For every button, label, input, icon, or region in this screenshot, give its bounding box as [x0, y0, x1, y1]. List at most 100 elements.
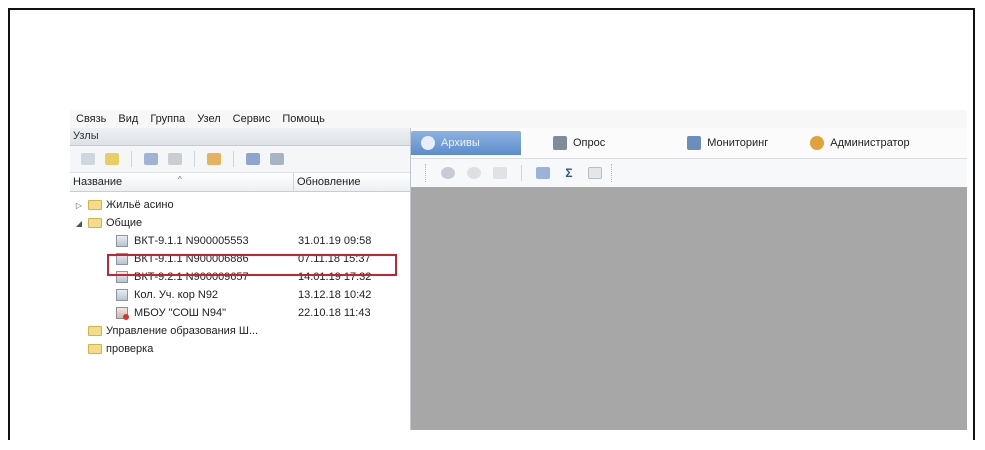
tab-label: Опрос	[573, 137, 606, 149]
menu-connection[interactable]: Связь	[70, 113, 112, 125]
poll-icon	[553, 136, 567, 150]
tree-row-label: Кол. Уч. кор N92	[134, 289, 219, 301]
screenshot-frame: Связь Вид Группа Узел Сервис Помощь Узлы	[8, 8, 975, 440]
tab-label: Архивы	[441, 137, 480, 149]
report-icon	[588, 167, 602, 179]
tree-row-name: ◢ Общие	[74, 217, 298, 229]
menu-node[interactable]: Узел	[191, 113, 226, 125]
column-name-header[interactable]: Название ^	[70, 173, 294, 191]
export-button[interactable]	[267, 150, 287, 168]
nodes-toolbar	[70, 146, 410, 173]
toolbar-grip	[611, 164, 614, 182]
tree-row[interactable]: ВКТ-9.1.1 N900006886 07.11.18 15:37	[70, 250, 410, 268]
workspace-panel: Архивы Опрос Мониторинг Администратор Σ	[411, 128, 967, 430]
column-updated-header[interactable]: Обновление	[294, 173, 407, 191]
device-alert-icon	[116, 307, 129, 320]
monitor-icon	[687, 136, 702, 150]
tree-row-updated: 31.01.19 09:58	[298, 235, 372, 247]
collapse-arrow-icon[interactable]: ◢	[74, 219, 84, 228]
sort-ascending-icon: ^	[178, 175, 182, 184]
import-button[interactable]	[243, 150, 263, 168]
column-name-label: Название	[73, 176, 123, 188]
toolbar-separator	[521, 165, 522, 181]
sum-button[interactable]: Σ	[559, 164, 579, 182]
tree-row-label: ВКТ-9.2.1 N900009657	[134, 271, 249, 283]
tree-row-name: Управление образования Ш...	[88, 325, 312, 337]
tree-row-updated: 22.10.18 11:43	[298, 307, 371, 319]
tree-row[interactable]: Управление образования Ш...	[70, 322, 410, 340]
add-node-icon	[81, 153, 95, 165]
tree-row[interactable]: проверка	[70, 340, 410, 358]
menu-group[interactable]: Группа	[144, 113, 191, 125]
menu-service[interactable]: Сервис	[227, 113, 277, 125]
tab-poll[interactable]: Опрос	[543, 131, 615, 155]
folder-icon	[88, 200, 102, 210]
tab-administrator[interactable]: Администратор	[800, 131, 919, 155]
toolbar-separator	[233, 151, 234, 167]
properties-button[interactable]	[204, 150, 224, 168]
tab-label: Мониторинг	[707, 137, 769, 149]
table-icon	[493, 167, 507, 179]
menu-bar: Связь Вид Группа Узел Сервис Помощь	[70, 110, 967, 129]
nodes-panel: Узлы Название ^ Обновление ▷ Жильё асино…	[70, 128, 411, 430]
import-icon	[246, 153, 260, 165]
tree-row-label: Общие	[106, 217, 143, 229]
refresh-icon	[536, 167, 550, 179]
tree-row-label: Управление образования Ш...	[106, 325, 259, 337]
add-folder-button[interactable]	[102, 150, 122, 168]
tree-row-name: ВКТ-9.1.1 N900006886	[116, 253, 298, 265]
folder-icon	[88, 326, 102, 336]
expand-arrow-icon[interactable]: ▷	[74, 201, 84, 210]
properties-icon	[207, 153, 221, 165]
tree-row-updated: 07.11.18 15:37	[298, 253, 371, 265]
tree-row[interactable]: МБОУ "СОШ N94" 22.10.18 11:43	[70, 304, 410, 322]
admin-icon	[810, 136, 825, 150]
tree-row-name: ВКТ-9.1.1 N900005553	[116, 235, 298, 247]
add-node-button[interactable]	[78, 150, 98, 168]
menu-help[interactable]: Помощь	[276, 113, 331, 125]
column-updated-label: Обновление	[297, 176, 361, 188]
tree-row-updated: 13.12.18 10:42	[298, 289, 372, 301]
tree-row[interactable]: ВКТ-9.1.1 N900005553 31.01.19 09:58	[70, 232, 410, 250]
gear-icon	[467, 167, 481, 179]
tab-archives[interactable]: Архивы	[411, 131, 521, 155]
report-button[interactable]	[585, 164, 605, 182]
menu-view[interactable]: Вид	[112, 113, 144, 125]
device-icon	[116, 235, 128, 247]
tree-row-label: Жильё асино	[106, 199, 174, 211]
tree-column-header: Название ^ Обновление	[70, 173, 410, 192]
archive-icon	[421, 136, 435, 150]
toolbar-grip	[425, 164, 428, 182]
tree-row-label: ВКТ-9.1.1 N900005553	[134, 235, 249, 247]
sum-icon: Σ	[565, 166, 573, 180]
tree-row-name: проверка	[88, 343, 312, 355]
nodes-tree: ▷ Жильё асино ◢ Общие ВКТ-9.1.1 N9000055…	[70, 192, 410, 358]
app-window: Связь Вид Группа Узел Сервис Помощь Узлы	[70, 110, 967, 430]
device-icon	[116, 271, 128, 283]
tree-row[interactable]: ▷ Жильё асино	[70, 196, 410, 214]
tree-row-name: ВКТ-9.2.1 N900009657	[116, 271, 298, 283]
delete-node-icon	[168, 153, 182, 165]
device-icon	[116, 289, 128, 301]
tree-row-label: проверка	[106, 343, 154, 355]
tree-row[interactable]: Кол. Уч. кор N92 13.12.18 10:42	[70, 286, 410, 304]
tree-row[interactable]: ВКТ-9.2.1 N900009657 14.01.19 17:32	[70, 268, 410, 286]
edit-node-button[interactable]	[141, 150, 161, 168]
archive-select-button[interactable]	[438, 164, 458, 182]
delete-node-button[interactable]	[165, 150, 185, 168]
tab-monitoring[interactable]: Мониторинг	[677, 131, 778, 155]
folder-icon	[88, 344, 102, 354]
database-icon	[441, 167, 455, 179]
tree-row-name: Кол. Уч. кор N92	[116, 289, 298, 301]
device-icon	[116, 253, 128, 265]
add-folder-icon	[105, 153, 119, 165]
tree-row-label: ВКТ-9.1.1 N900006886	[134, 253, 249, 265]
workspace-toolbar: Σ	[411, 159, 967, 188]
tree-row-updated: 14.01.19 17:32	[298, 271, 372, 283]
tree-row-name: ▷ Жильё асино	[74, 199, 298, 211]
settings-button[interactable]	[464, 164, 484, 182]
refresh-button[interactable]	[533, 164, 553, 182]
tree-row[interactable]: ◢ Общие	[70, 214, 410, 232]
archive-content-area	[411, 187, 967, 430]
table-button[interactable]	[490, 164, 510, 182]
